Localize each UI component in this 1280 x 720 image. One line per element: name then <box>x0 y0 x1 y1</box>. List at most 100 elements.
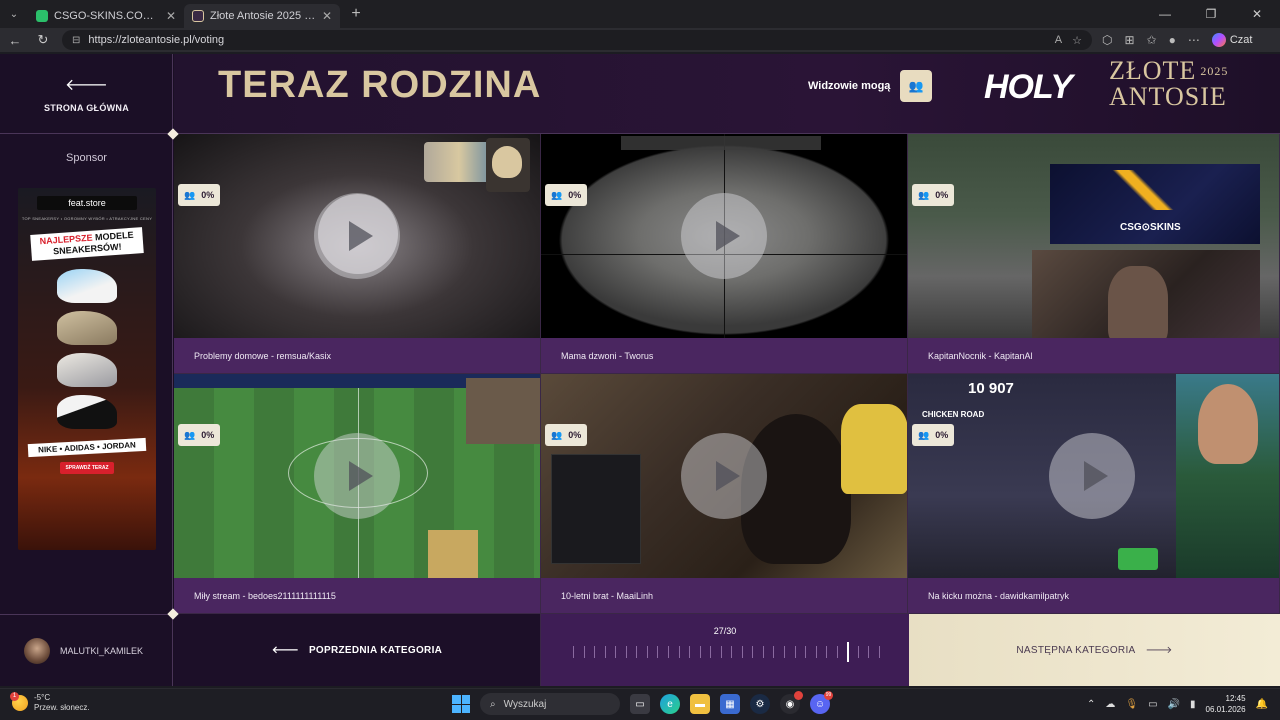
nominee-caption: Mama dzwoni - Tworus <box>541 338 907 373</box>
page-title: TERAZ RODZINA <box>218 64 542 106</box>
progress-ticks <box>573 642 880 662</box>
obs-icon[interactable]: ◉ <box>780 691 803 714</box>
ad-cta-button[interactable]: SPRAWDŹ TERAZ <box>60 462 114 474</box>
sponsor-ad-banner[interactable]: feat.store TOP SNEAKERSY • OGROMNY WYBÓR… <box>18 188 156 550</box>
discord-icon[interactable]: ☺ 99 <box>810 691 833 714</box>
file-explorer-icon[interactable]: ▬ <box>690 694 710 714</box>
nominee-tile[interactable]: 👥 0% Problemy domowe - remsua/Kasix <box>174 134 541 374</box>
progress-tick <box>636 646 638 658</box>
nominee-caption: Problemy domowe - remsua/Kasix <box>174 338 540 373</box>
read-aloud-icon[interactable]: A <box>1055 34 1062 47</box>
restore-icon[interactable]: ❐ <box>1188 0 1234 28</box>
profile-avatar-icon[interactable]: ● <box>1169 33 1176 47</box>
tab-close-icon[interactable]: ✕ <box>322 9 332 23</box>
tab-title: CSGO-SKINS.COM - Najlepsze Ski <box>54 10 160 22</box>
tab-zlote-antosie[interactable]: Złote Antosie 2025 - Największy P ✕ <box>184 4 340 28</box>
arrow-right-icon: 🡒 <box>1145 645 1173 656</box>
progress-counter: 27/30 <box>713 626 737 636</box>
taskbar-search[interactable]: ⌕ Wyszukaj <box>480 693 620 715</box>
favorites-icon[interactable]: ✩ <box>1147 33 1157 47</box>
nominee-tile[interactable]: 👥 0% Mama dzwoni - Tworus <box>541 134 908 374</box>
progress-tick <box>868 646 870 658</box>
play-button-icon[interactable] <box>1049 433 1135 519</box>
progress-tick <box>594 646 596 658</box>
edge-browser-icon[interactable]: e <box>660 694 680 714</box>
users-icon: 👥 <box>551 189 563 200</box>
holy-logo: HOLY <box>984 68 1073 106</box>
play-button-icon[interactable] <box>681 193 767 279</box>
users-icon: 👥 <box>184 429 196 440</box>
vote-percent-badge: 👥 0% <box>178 424 221 446</box>
arrow-left-icon: 🡐 <box>65 77 108 94</box>
task-view-icon[interactable]: ▭ <box>630 694 650 714</box>
copilot-chat-button[interactable]: Czat <box>1211 33 1252 47</box>
video-thumbnail: CSG⊙SKINS <box>908 134 1279 373</box>
steam-icon[interactable]: ⚙ <box>750 694 770 714</box>
nominee-tile[interactable]: 10 907 CHICKEN ROAD 👥 0% Na kicku można -… <box>908 374 1280 614</box>
close-window-icon[interactable]: ✕ <box>1234 0 1280 28</box>
users-icon: 👥 <box>918 429 930 440</box>
notifications-bell-icon[interactable]: 🔔 <box>1256 699 1268 710</box>
progress-tick <box>836 646 838 658</box>
logo-line2: ANTOSIE <box>1109 82 1227 111</box>
windows-start-icon[interactable] <box>452 695 470 713</box>
site-info-icon[interactable]: ⊟ <box>72 35 80 46</box>
tab-close-icon[interactable]: ✕ <box>166 9 176 23</box>
back-arrow-icon[interactable]: ← <box>6 33 24 48</box>
progress-tick <box>573 646 574 658</box>
voting-page: 🡐 STRONA GŁÓWNA Sponsor feat.store TOP S… <box>0 54 1280 686</box>
extensions-icon[interactable]: ⬡ <box>1102 33 1112 47</box>
reload-icon[interactable]: ↻ <box>34 32 52 48</box>
home-label: STRONA GŁÓWNA <box>43 103 130 113</box>
vote-percent: 0% <box>568 430 582 440</box>
users-icon: 👥 <box>918 189 930 200</box>
progress-tick <box>615 646 617 658</box>
tab-csgo-skins[interactable]: CSGO-SKINS.COM - Najlepsze Ski ✕ <box>28 4 184 28</box>
clock[interactable]: 12:45 06.01.2026 <box>1206 693 1246 715</box>
url-text: https://zloteantosie.pl/voting <box>88 34 225 46</box>
progress-tick <box>731 646 733 658</box>
microsoft-store-icon[interactable]: ▦ <box>720 694 740 714</box>
new-tab-plus-icon[interactable]: + <box>344 5 368 23</box>
battery-icon[interactable]: ▮ <box>1190 699 1196 710</box>
display-icon[interactable]: ▭ <box>1148 699 1157 710</box>
user-profile[interactable]: MALUTKI_KAMILEK <box>0 614 173 686</box>
weather-badge: 1 <box>10 692 19 701</box>
search-icon: ⌕ <box>490 698 496 710</box>
next-category-button[interactable]: NASTĘPNA KATEGORIA 🡒 <box>909 614 1280 686</box>
nominee-tile[interactable]: 👥 0% Miły stream - bedoes2111111111115 <box>174 374 541 614</box>
split-screen-icon[interactable]: ⊞ <box>1124 33 1134 47</box>
category-header: TERAZ RODZINA Widzowie mogą 👥 HOLY ZŁOTE… <box>174 54 1280 134</box>
play-button-icon[interactable] <box>314 433 400 519</box>
tab-list-chevron-icon[interactable]: ⌄ <box>0 0 28 28</box>
nominee-tile[interactable]: CSG⊙SKINS 👥 0% KapitanNocnik - KapitanAl <box>908 134 1280 374</box>
url-field[interactable]: ⊟ https://zloteantosie.pl/voting A ☆ <box>62 30 1092 50</box>
more-menu-icon[interactable]: ⋯ <box>1188 33 1200 47</box>
taskbar-apps: ⌕ Wyszukaj ▭ e ▬ ▦ ⚙ ◉ ☺ 99 <box>452 691 833 715</box>
previous-category-button[interactable]: 🡐 POPRZEDNIA KATEGORIA <box>174 614 541 686</box>
browser-tab-bar: ⌄ CSGO-SKINS.COM - Najlepsze Ski ✕ Złote… <box>0 0 1280 28</box>
nominee-caption: 10-letni brat - MaaiLinh <box>541 578 907 613</box>
windows-taskbar: 1 -5°C Przew. słonecz. ⌕ Wyszukaj ▭ e ▬ … <box>0 688 1280 720</box>
play-button-icon[interactable] <box>314 193 400 279</box>
weather-widget[interactable]: 1 -5°C Przew. słonecz. <box>10 692 90 713</box>
microphone-icon[interactable]: 🎙 <box>1125 699 1138 710</box>
play-button-icon[interactable] <box>681 433 767 519</box>
ad-headline: NAJLEPSZE MODELE SNEAKERSÓW! <box>30 227 144 261</box>
csgo-skins-favicon-icon <box>36 10 48 22</box>
ad-shoes <box>18 269 156 429</box>
users-group-icon[interactable]: 👥 <box>900 70 933 102</box>
time: 12:45 <box>1225 694 1246 703</box>
tray-chevron-up-icon[interactable]: ⌃ <box>1087 699 1095 710</box>
progress-tick <box>657 646 659 658</box>
progress-tick <box>741 646 743 658</box>
onedrive-cloud-icon[interactable]: ☁ <box>1105 699 1115 710</box>
home-link[interactable]: 🡐 STRONA GŁÓWNA <box>0 54 173 134</box>
progress-tick <box>773 646 775 658</box>
nominee-tile[interactable]: 👥 0% 10-letni brat - MaaiLinh <box>541 374 908 614</box>
volume-icon[interactable]: 🔊 <box>1168 699 1180 710</box>
favorite-star-icon[interactable]: ☆ <box>1072 34 1082 47</box>
weather-description: Przew. słonecz. <box>34 703 90 712</box>
progress-tick <box>784 646 786 658</box>
minimize-icon[interactable]: — <box>1142 0 1188 28</box>
